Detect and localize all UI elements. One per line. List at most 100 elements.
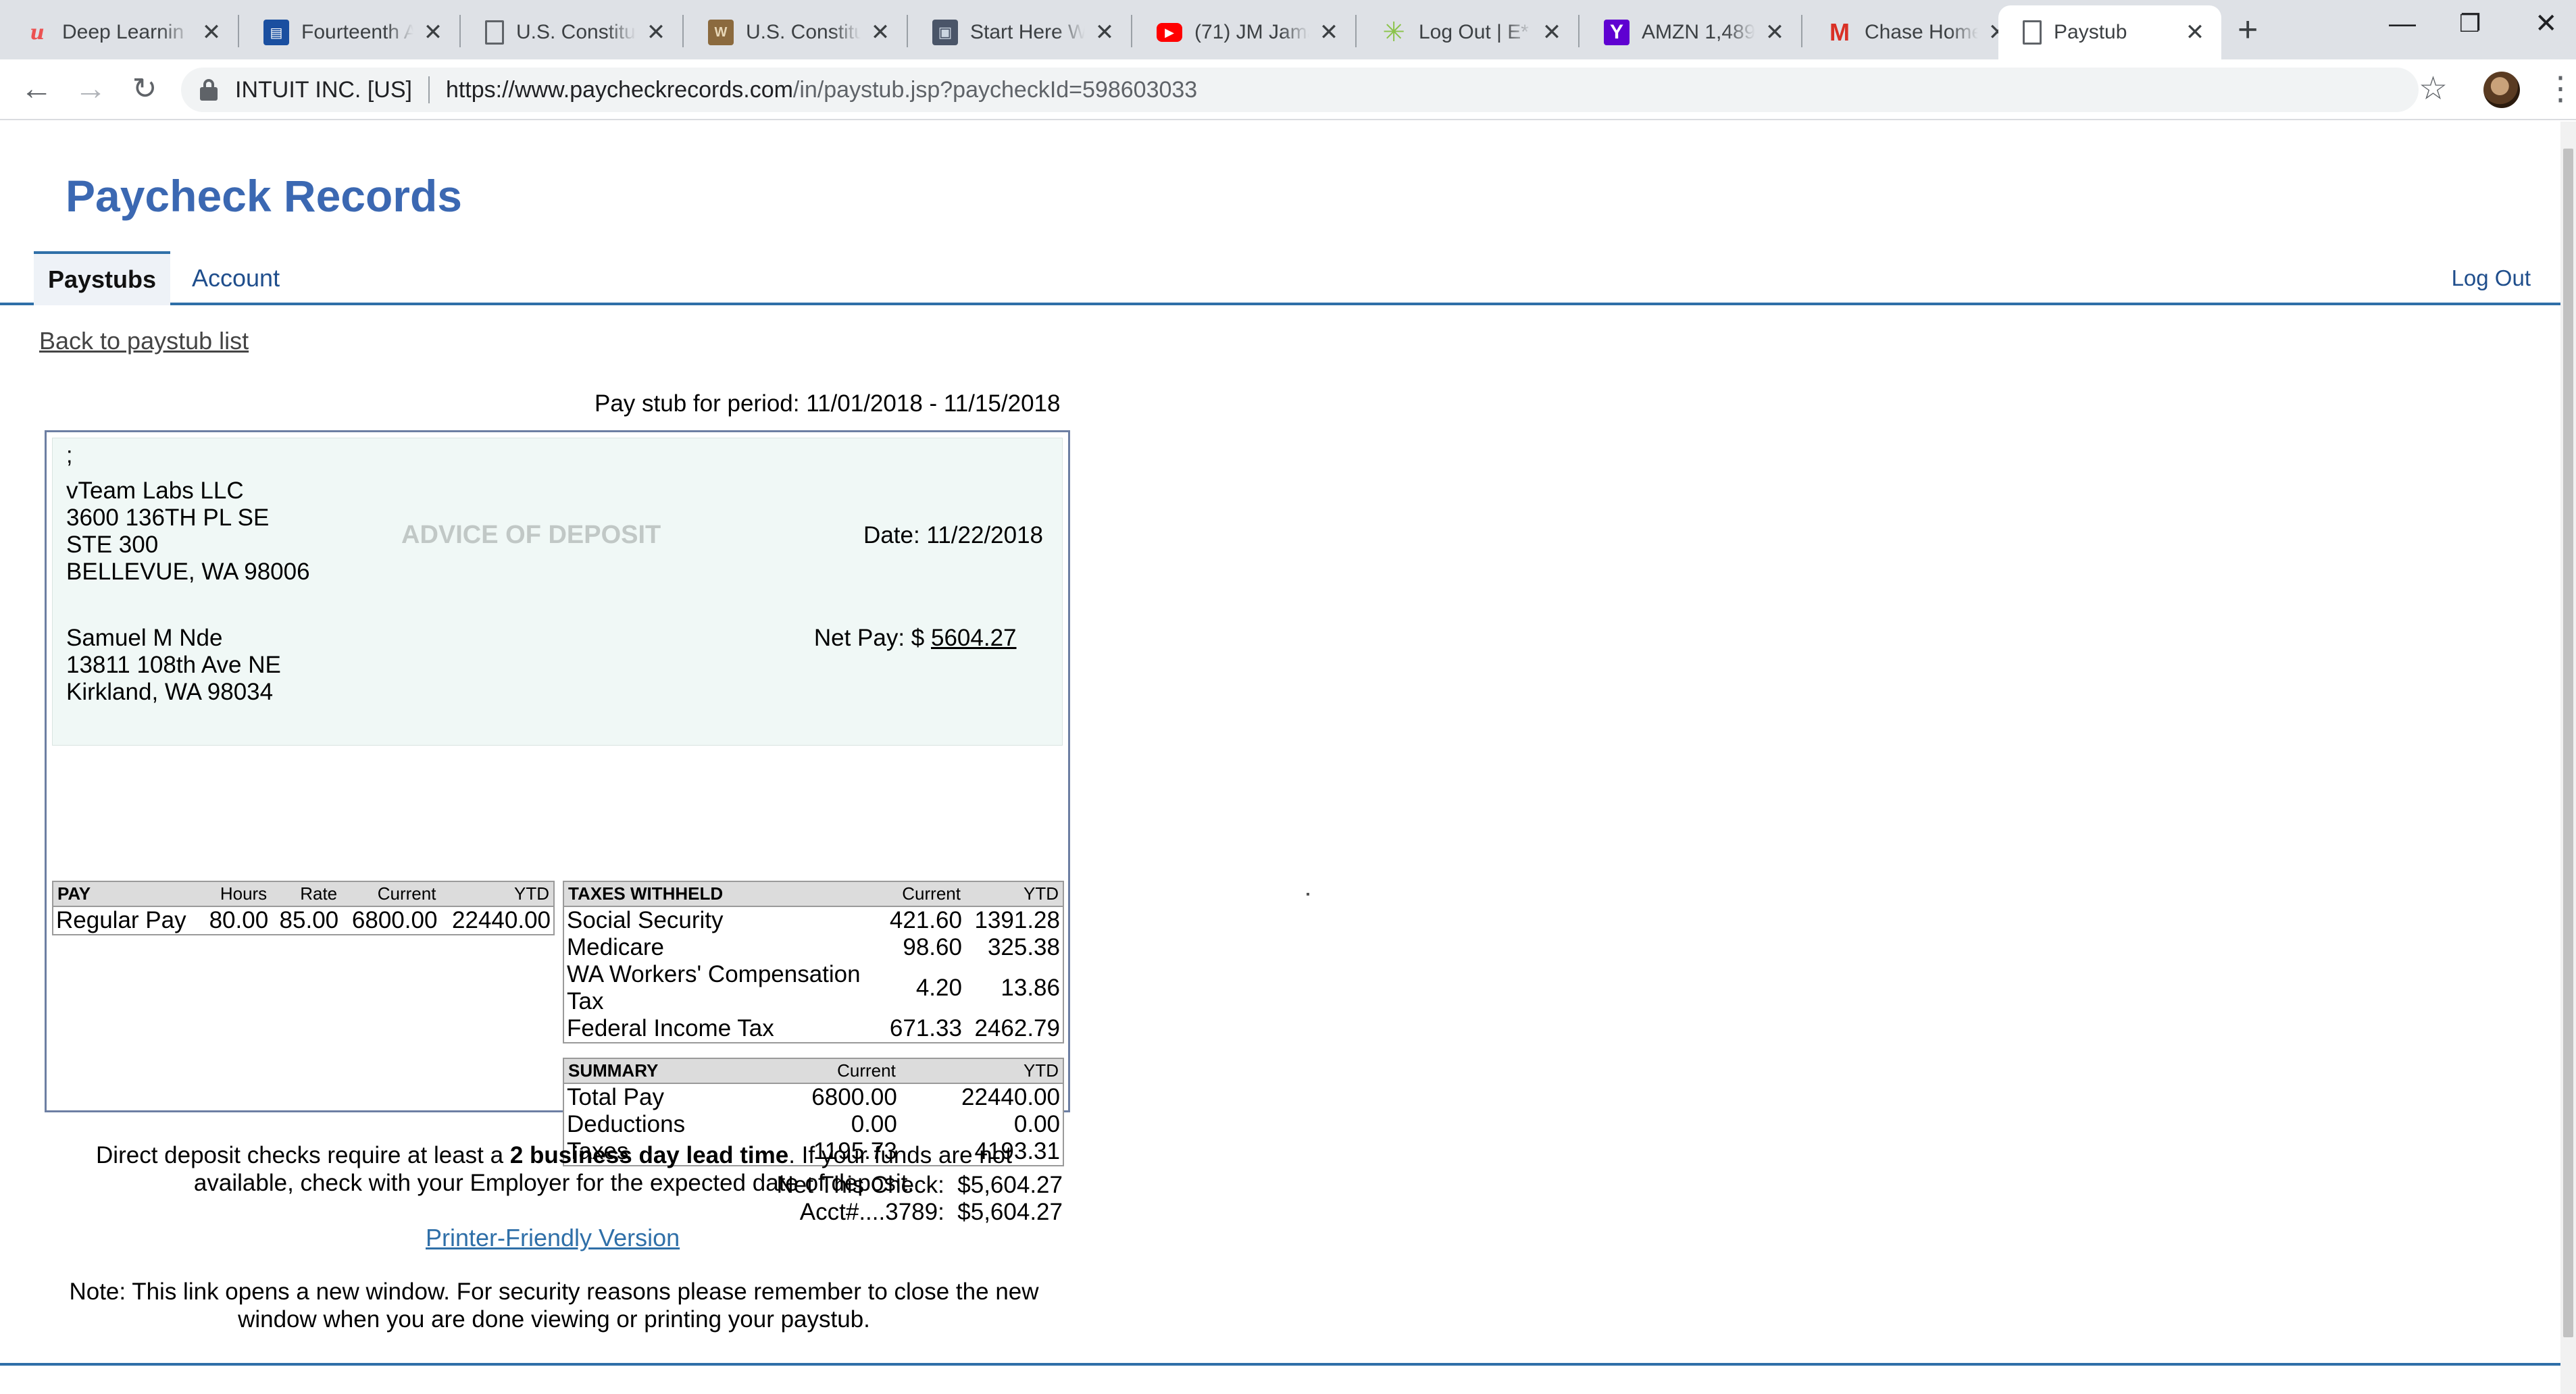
browser-tab[interactable]: u Deep Learnin ✕ [0,5,238,59]
close-window-icon[interactable]: ✕ [2535,7,2558,41]
column-header: Current [757,1058,900,1084]
pay-hours: 80.00 [209,907,269,933]
browser-tab[interactable]: ✳ Log Out | E* ✕ [1357,5,1578,59]
printer-friendly-link[interactable]: Printer-Friendly Version [426,1224,680,1252]
tax-current: 421.60 [889,907,962,933]
close-icon[interactable]: ✕ [422,19,445,46]
summary-ytd: 0.00 [1013,1111,1060,1137]
employee-name: Samuel M Nde [66,625,223,651]
check-date: Date: 11/22/2018 [863,522,1043,548]
browser-tab-strip: u Deep Learnin ✕ ▤ Fourteenth A ✕ U.S. C… [0,0,2576,59]
tax-name: Social Security [567,907,724,933]
tab-title: Chase Home [1865,21,1978,43]
tab-title: U.S. Constitu [746,21,861,43]
close-icon[interactable]: ✕ [869,19,892,46]
column-header: Rate [271,881,342,907]
tax-name: Medicare [567,934,664,960]
semicolon-text: ; [66,442,73,468]
column-header: YTD [899,1058,1063,1084]
browser-tab-active[interactable]: Paystub ✕ [1998,5,2221,59]
tax-current: 671.33 [889,1015,962,1041]
menu-dots-icon[interactable]: ⋮ [2544,70,2576,108]
new-tab-button[interactable]: + [2238,11,2258,49]
security-note: Note: This link opens a new window. For … [69,1279,1039,1333]
tax-ytd: 13.86 [1001,975,1060,1001]
tax-name: WA Workers' Compensation Tax [567,961,861,1014]
tab-paystubs[interactable]: Paystubs [34,251,170,305]
close-icon[interactable]: ✕ [1763,19,1786,46]
browser-toolbar: ← → ↻ INTUIT INC. [US] https://www.paych… [0,59,2576,120]
close-icon[interactable]: ✕ [200,19,223,46]
table-row: Deductions 0.00 0.00 [563,1111,1063,1138]
table-header-row: TAXES WITHHELD Current YTD [563,881,1063,907]
advice-title: ADVICE OF DEPOSIT [401,521,661,549]
table-row: Total Pay 6800.00 22440.00 [563,1083,1063,1111]
forward-arrow-icon[interactable]: → [72,70,109,108]
table-header-row: PAY Hours Rate Current YTD [53,881,554,907]
browser-tab[interactable]: W U.S. Constitu ✕ [684,5,907,59]
site-logo[interactable]: Paycheck Records [66,170,462,222]
column-header: Hours [201,881,272,907]
close-icon[interactable]: ✕ [2183,19,2206,46]
pay-rate: 85.00 [279,907,339,933]
logout-link[interactable]: Log Out [2435,251,2547,305]
employer-address-line: STE 300 [66,532,159,558]
advice-of-deposit-panel: ; vTeam Labs LLC 3600 136TH PL SE STE 30… [52,438,1063,746]
table-row: Social Security 421.60 1391.28 [563,906,1063,934]
browser-tab[interactable]: Y AMZN 1,489 ✕ [1580,5,1801,59]
pay-table: PAY Hours Rate Current YTD Regular Pay 8… [52,881,555,935]
flag-icon: ▤ [263,20,289,45]
stray-dot [1307,893,1309,896]
pay-period: Pay stub for period: 11/01/2018 - 11/15/… [595,390,1061,417]
bookmark-star-icon[interactable]: ☆ [2419,70,2448,108]
pay-type: Regular Pay [56,907,186,933]
close-icon[interactable]: ✕ [645,19,667,46]
account-label: Acct#....3789: [799,1199,944,1225]
table-row: Medicare 98.60 325.38 [563,934,1063,961]
address-bar[interactable]: INTUIT INC. [US] https://www.paycheckrec… [181,68,2419,112]
column-header: SUMMARY [563,1058,758,1084]
back-arrow-icon[interactable]: ← [18,70,55,108]
back-to-list-link[interactable]: Back to paystub list [39,327,249,355]
browser-tab[interactable]: ▤ Fourteenth A ✕ [239,5,459,59]
table-header-row: SUMMARY Current YTD [563,1058,1063,1084]
tax-current: 4.20 [915,975,962,1001]
tab-title: Start Here W [970,21,1085,43]
account-amount: $5,604.27 [957,1199,1063,1225]
browser-tab[interactable]: ▣ Start Here W ✕ [908,5,1131,59]
tab-title: Paystub [2054,21,2127,43]
tax-ytd: 2462.79 [974,1015,1060,1041]
scrollbar-thumb[interactable] [2563,149,2573,1337]
summary-name: Deductions [567,1111,686,1137]
browser-tab[interactable]: U.S. Constitu ✕ [461,5,682,59]
close-icon[interactable]: ✕ [1093,19,1116,46]
summary-current: 6800.00 [811,1084,897,1110]
browser-tab[interactable]: M Chase Home ✕ [1802,5,2024,59]
net-pay-label: Net Pay: $ [813,625,925,651]
photo-icon: ▣ [932,20,958,45]
close-icon[interactable]: ✕ [1540,19,1563,46]
column-header: PAY [53,881,201,907]
restore-icon[interactable]: ❐ [2459,7,2481,41]
table-row: Regular Pay 80.00 85.00 6800.00 22440.00 [53,906,554,935]
youtube-icon: ▶ [1157,23,1182,42]
tax-ytd: 1391.28 [974,907,1060,933]
reload-icon[interactable]: ↻ [126,70,163,108]
minimize-icon[interactable]: — [2389,7,2416,41]
tab-title: Log Out | E* [1419,21,1529,43]
table-row: WA Workers' Compensation Tax 4.20 13.86 [563,961,1063,1015]
tab-account[interactable]: Account [176,251,296,305]
browser-tab[interactable]: ▶ (71) JM Jama ✕ [1132,5,1355,59]
column-header: Current [881,881,965,907]
url-host: https://www.paycheckrecords.com [445,76,793,103]
close-icon[interactable]: ✕ [1317,19,1340,46]
column-header: TAXES WITHHELD [563,881,881,907]
site-identity: INTUIT INC. [US] [235,76,412,103]
document-image-icon: W [708,20,734,45]
net-pay: Net Pay: $ 5604.27 [814,625,1043,652]
page-scrollbar[interactable] [2560,122,2576,1394]
page-icon [2023,20,2042,45]
profile-avatar[interactable] [2483,72,2520,108]
summary-name: Total Pay [567,1084,664,1110]
yahoo-icon: Y [1604,20,1630,45]
